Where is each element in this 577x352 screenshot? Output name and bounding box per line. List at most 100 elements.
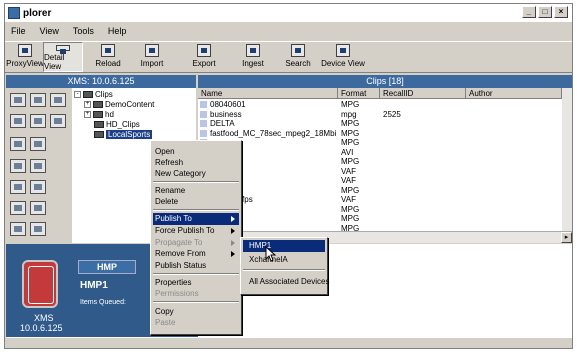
expand-icon[interactable]: + — [84, 111, 91, 118]
proxyview-button[interactable]: ProxyView — [6, 42, 44, 72]
view-icon-8[interactable] — [30, 159, 46, 173]
view-icon-2[interactable] — [30, 93, 46, 107]
row-checkbox[interactable] — [200, 110, 207, 118]
close-button[interactable]: × — [554, 6, 568, 18]
menu-permissions: Permissions — [155, 289, 199, 298]
view-icon-7[interactable] — [10, 159, 26, 173]
detail-view-button[interactable]: Detail View — [43, 42, 83, 72]
scroll-right-icon[interactable]: ▸ — [561, 232, 572, 243]
table-cell-format: MPG — [341, 185, 360, 195]
xms-header: XMS: 10.0.6.125 — [6, 75, 196, 88]
publish-submenu: HMP1 XchannelA All Associated Devices — [240, 237, 329, 295]
proxyview-icon — [18, 44, 32, 57]
table-cell-format: MPG — [341, 128, 360, 138]
device-icon[interactable] — [22, 260, 58, 308]
col-format[interactable]: Format — [338, 88, 380, 99]
table-cell-name: 08040601 — [210, 100, 246, 109]
tree-node-localsports[interactable]: LocalSports — [94, 130, 153, 139]
menu-delete[interactable]: Delete — [155, 197, 178, 206]
row-checkbox[interactable] — [200, 120, 207, 127]
expand-icon[interactable]: + — [84, 101, 91, 108]
table-cell-name: business — [210, 109, 242, 119]
view-icon-9[interactable] — [10, 180, 26, 194]
table-cell-format: MPG — [341, 204, 360, 214]
table-cell-recall: 2525 — [383, 109, 401, 119]
search-button[interactable]: Search — [275, 42, 321, 72]
menu-force-publish-to[interactable]: Force Publish To — [155, 226, 214, 235]
menu-view[interactable]: View — [40, 26, 59, 36]
menu-open[interactable]: Open — [155, 147, 175, 156]
vertical-scrollbar[interactable] — [562, 88, 572, 231]
view-icon-10[interactable] — [30, 180, 46, 194]
device-name: HMP1 — [80, 280, 108, 291]
menu-properties[interactable]: Properties — [155, 278, 191, 287]
tree-node-democontent[interactable]: + DemoContent — [84, 100, 154, 109]
menu-bar: File View Tools Help — [5, 23, 572, 39]
device-view-button[interactable]: Device View — [321, 42, 365, 72]
col-author[interactable]: Author — [466, 88, 562, 99]
submenu-separator — [243, 269, 325, 271]
ingest-icon — [246, 44, 260, 57]
menu-remove-from[interactable]: Remove From — [155, 249, 206, 258]
folder-icon — [94, 121, 104, 128]
menu-help[interactable]: Help — [108, 26, 127, 36]
table-cell-format: mpg — [341, 109, 357, 119]
view-icon-5[interactable] — [10, 137, 26, 151]
items-queued-label: Items Queued: — [80, 299, 126, 306]
folder-icon — [93, 111, 103, 118]
maximize-button[interactable]: □ — [538, 6, 552, 18]
view-icon-3[interactable] — [10, 114, 26, 128]
folder-icon — [94, 131, 104, 138]
folder-icon — [83, 91, 93, 98]
menu-publish-to[interactable]: Publish To — [155, 214, 192, 223]
export-button[interactable]: Export — [177, 42, 231, 72]
text-icon[interactable] — [50, 114, 66, 128]
reload-button[interactable]: Reload — [83, 42, 133, 72]
col-recallid[interactable]: RecallID — [380, 88, 466, 99]
menu-copy[interactable]: Copy — [155, 307, 174, 316]
menu-refresh[interactable]: Refresh — [155, 158, 183, 167]
view-icon-6[interactable] — [30, 137, 46, 151]
menu-propagate-to: Propagate To — [155, 238, 203, 247]
tree-node-hd[interactable]: + hd — [84, 110, 114, 119]
app-window: plorer _ □ × File View Tools Help ProxyV… — [4, 3, 573, 349]
submenu-arrow-icon — [231, 228, 235, 234]
menu-tools[interactable]: Tools — [73, 26, 94, 36]
view-icon-14[interactable] — [30, 222, 46, 236]
menu-file[interactable]: File — [11, 26, 26, 36]
table-cell-format: MPG — [341, 119, 360, 128]
menu-publish-status[interactable]: Publish Status — [155, 261, 206, 270]
view-icon-4[interactable] — [30, 114, 46, 128]
submenu-arrow-icon — [231, 251, 235, 257]
table-cell-format: VAF — [341, 166, 356, 176]
table-cell-format: MPG — [341, 157, 360, 166]
tree-node-hd-clips[interactable]: HD_Clips — [94, 120, 140, 129]
tree-node-clips[interactable]: - Clips — [74, 90, 113, 99]
view-icon-11[interactable] — [10, 201, 26, 215]
submenu-arrow-icon — [231, 216, 235, 222]
view-icon-1[interactable] — [10, 93, 26, 107]
folder-icon — [93, 101, 103, 108]
row-checkbox[interactable] — [200, 101, 207, 108]
clips-table: Name Format RecallID Author 08040601 MPG b… — [198, 88, 572, 243]
clips-header: Clips [18] — [198, 75, 572, 88]
table-cell-name: DELTA — [210, 119, 235, 128]
col-name[interactable]: Name — [198, 88, 338, 99]
view-icon-12[interactable] — [30, 201, 46, 215]
view-icon-13[interactable] — [10, 222, 26, 236]
xms-ip: 10.0.6.125 — [20, 323, 63, 333]
submenu-all-devices[interactable]: All Associated Devices — [249, 277, 329, 286]
menu-new-category[interactable]: New Category — [155, 169, 206, 178]
import-button[interactable]: Import — [133, 42, 171, 72]
menu-separator — [153, 301, 239, 303]
ingest-button[interactable]: Ingest — [231, 42, 275, 72]
collapse-icon[interactable]: - — [74, 91, 81, 98]
minimize-button[interactable]: _ — [522, 6, 536, 18]
close-view-icon[interactable] — [50, 93, 66, 107]
menu-paste: Paste — [155, 318, 176, 327]
row-checkbox[interactable] — [200, 129, 207, 137]
menu-rename[interactable]: Rename — [155, 186, 185, 195]
device-view-icon — [336, 44, 350, 57]
table-cell-format: MPG — [341, 100, 360, 109]
mouse-cursor-icon — [265, 246, 277, 262]
